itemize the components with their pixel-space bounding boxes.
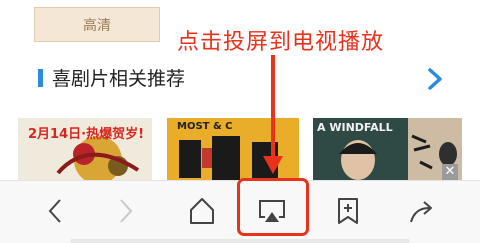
annotation-arrow-head xyxy=(263,156,283,174)
forward-icon xyxy=(120,199,133,223)
section-title: 喜剧片相关推荐 xyxy=(52,68,186,90)
instruction-annotation: 点击投屏到电视播放 xyxy=(177,30,385,55)
back-button[interactable] xyxy=(35,191,75,231)
poster-card-3[interactable]: A WINDFALL xyxy=(313,118,408,180)
back-icon xyxy=(48,199,61,223)
share-icon xyxy=(410,201,432,223)
poster-card-1[interactable]: 2月14日·热爆贺岁! xyxy=(18,118,152,180)
hd-quality-button[interactable]: 高清 xyxy=(34,7,160,42)
hd-quality-label: 高清 xyxy=(83,17,111,34)
poster-3-title: A WINDFALL xyxy=(317,121,393,134)
add-bookmark-button[interactable] xyxy=(328,191,368,231)
recommendation-posters: 2月14日·热爆贺岁! MOST & C A WINDFALL xyxy=(0,118,480,180)
section-accent-bar xyxy=(38,69,43,87)
bookmark-add-icon xyxy=(338,198,358,224)
home-indicator xyxy=(70,239,410,243)
poster-1-title: 2月14日·热爆贺岁! xyxy=(28,127,145,142)
ad-close-button[interactable]: ✕ xyxy=(442,164,458,180)
forward-button[interactable] xyxy=(106,191,146,231)
poster-2-title: MOST & C xyxy=(177,121,233,132)
share-button[interactable] xyxy=(402,191,442,231)
home-icon xyxy=(190,198,214,224)
cast-highlight-box xyxy=(237,178,309,236)
annotation-arrow-shaft xyxy=(271,55,275,159)
home-button[interactable] xyxy=(182,191,222,231)
chevron-right-icon[interactable] xyxy=(425,67,445,91)
